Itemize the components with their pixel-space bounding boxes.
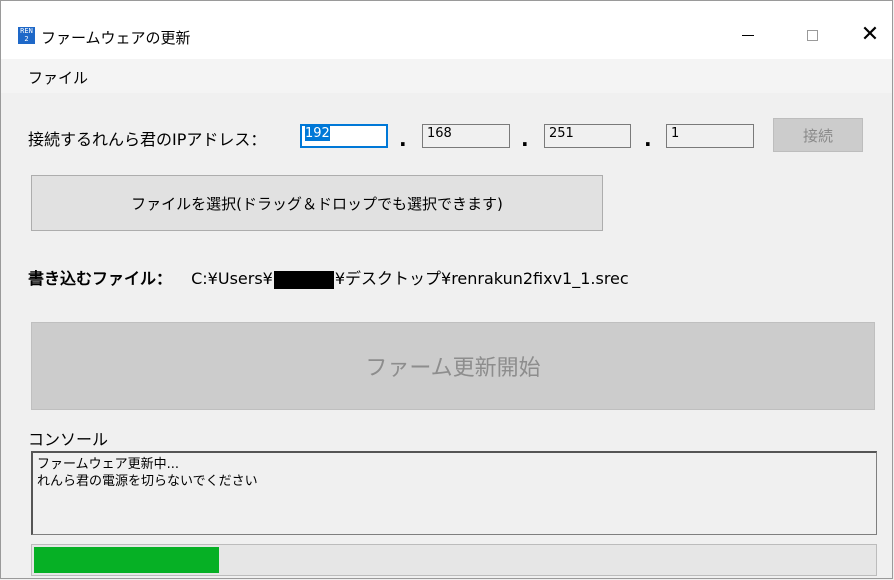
minimize-button[interactable] bbox=[725, 19, 771, 51]
menu-file[interactable]: ファイル bbox=[28, 67, 88, 88]
close-button[interactable]: ✕ bbox=[847, 19, 893, 51]
ip-separator: . bbox=[399, 127, 407, 151]
console-label: コンソール bbox=[28, 430, 109, 449]
progress-bar-fill bbox=[34, 547, 219, 573]
firmware-update-window: REN 2 ファームウェアの更新 ✕ ファイル 接続するれんら君のIPアドレス：… bbox=[0, 0, 893, 579]
console-output[interactable]: ファームウェア更新中... れんら君の電源を切らないでください bbox=[31, 451, 877, 535]
maximize-icon bbox=[806, 29, 818, 41]
title-bar[interactable]: REN 2 ファームウェアの更新 ✕ bbox=[1, 1, 892, 59]
console-line: れんら君の電源を切らないでください bbox=[37, 474, 258, 489]
ip-octet-1-value: 192 bbox=[305, 126, 330, 141]
target-file-path-suffix: ¥デスクトップ¥renrakun2fixv1_1.srec bbox=[334, 269, 629, 288]
minimize-icon bbox=[742, 34, 754, 36]
select-file-button[interactable]: ファイルを選択(ドラッグ＆ドロップでも選択できます) bbox=[31, 175, 603, 231]
window-title: ファームウェアの更新 bbox=[41, 29, 191, 47]
ip-octet-4-input[interactable]: 1 bbox=[666, 124, 754, 148]
ip-separator: . bbox=[521, 127, 529, 151]
ip-address-label: 接続するれんら君のIPアドレス： bbox=[28, 130, 267, 149]
maximize-button[interactable] bbox=[789, 19, 835, 51]
console-line: ファームウェア更新中... bbox=[37, 457, 180, 472]
ip-separator: . bbox=[644, 127, 652, 151]
target-file-row: 書き込むファイル： C:¥Users¥ ¥デスクトップ¥renrakun2fixv… bbox=[28, 265, 629, 289]
target-file-path-prefix: C:¥Users¥ bbox=[191, 269, 273, 288]
start-update-button[interactable]: ファーム更新開始 bbox=[31, 322, 875, 410]
progress-bar bbox=[31, 544, 877, 576]
redacted-username bbox=[273, 270, 334, 289]
target-file-label: 書き込むファイル： bbox=[28, 269, 173, 288]
ip-octet-1-input[interactable]: 192 bbox=[300, 124, 388, 148]
close-icon: ✕ bbox=[860, 22, 880, 47]
menu-bar: ファイル bbox=[1, 59, 892, 93]
ip-octet-3-input[interactable]: 251 bbox=[544, 124, 631, 148]
connect-button[interactable]: 接続 bbox=[773, 118, 863, 152]
ip-octet-2-input[interactable]: 168 bbox=[422, 124, 510, 148]
app-icon: REN 2 bbox=[18, 27, 35, 44]
